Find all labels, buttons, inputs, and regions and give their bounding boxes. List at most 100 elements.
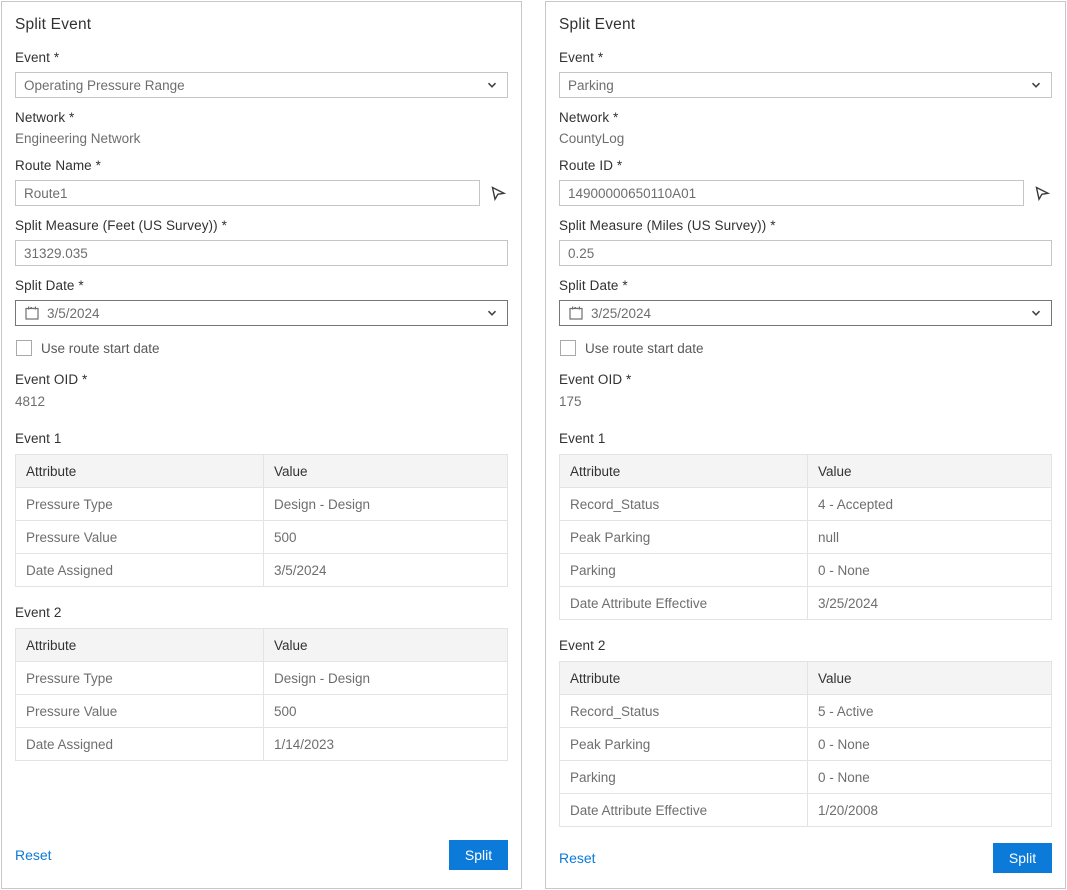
table-row: Date Assigned 1/14/2023 (16, 728, 508, 761)
event2-table: Attribute Value Pressure Type Design - D… (15, 628, 508, 761)
network-field: Network * Engineering Network (15, 110, 508, 146)
pick-route-button[interactable] (1031, 181, 1052, 205)
value-cell: Design - Design (263, 662, 507, 695)
split-event-panel-left: Split Event Event * Operating Pressure R… (1, 1, 522, 889)
route-input[interactable] (559, 180, 1024, 206)
measure-label: Split Measure (Feet (US Survey)) * (15, 218, 508, 233)
attribute-cell: Peak Parking (560, 521, 808, 554)
use-route-start-date-row: Use route start date (16, 340, 508, 356)
table-row: Record_Status 4 - Accepted (560, 488, 1052, 521)
map-pointer-icon (489, 184, 507, 202)
chevron-down-icon (1029, 306, 1043, 320)
attribute-cell: Date Attribute Effective (560, 587, 808, 620)
attribute-column-header: Attribute (560, 455, 808, 488)
network-label: Network * (15, 110, 508, 125)
value-cell: 0 - None (807, 761, 1051, 794)
attribute-cell: Pressure Type (16, 488, 264, 521)
value-cell: 1/14/2023 (263, 728, 507, 761)
chevron-down-icon (485, 78, 499, 92)
route-label: Route Name * (15, 158, 508, 173)
chevron-down-icon (485, 306, 499, 320)
value-cell: 500 (263, 695, 507, 728)
value-cell: 0 - None (807, 554, 1051, 587)
date-picker[interactable]: 3/25/2024 (559, 300, 1052, 326)
table-header-row: Attribute Value (560, 662, 1052, 695)
table-row: Date Attribute Effective 1/20/2008 (560, 794, 1052, 827)
attribute-cell: Record_Status (560, 488, 808, 521)
reset-button[interactable]: Reset (559, 850, 596, 866)
measure-label: Split Measure (Miles (US Survey)) * (559, 218, 1052, 233)
event-select-value: Parking (568, 78, 1022, 93)
event-field: Event * Operating Pressure Range (15, 50, 508, 98)
date-field: Split Date * 3/5/2024 (15, 278, 508, 326)
table-row: Pressure Value 500 (16, 521, 508, 554)
attribute-cell: Date Assigned (16, 554, 264, 587)
event2-table: Attribute Value Record_Status 5 - Active… (559, 661, 1052, 827)
table-row: Record_Status 5 - Active (560, 695, 1052, 728)
network-label: Network * (559, 110, 1052, 125)
table-row: Pressure Type Design - Design (16, 488, 508, 521)
pick-route-button[interactable] (487, 181, 508, 205)
event-label: Event * (559, 50, 1052, 65)
event-oid-field: Event OID * 4812 (15, 372, 508, 409)
attribute-cell: Date Attribute Effective (560, 794, 808, 827)
network-field: Network * CountyLog (559, 110, 1052, 146)
attribute-column-header: Attribute (16, 455, 264, 488)
measure-input[interactable] (559, 240, 1052, 266)
table-row: Parking 0 - None (560, 761, 1052, 794)
measure-input[interactable] (15, 240, 508, 266)
event-oid-value: 175 (559, 394, 1052, 409)
route-field: Route ID * (559, 158, 1052, 206)
date-label: Split Date * (559, 278, 1052, 293)
event1-table: Attribute Value Record_Status 4 - Accept… (559, 454, 1052, 620)
event-oid-label: Event OID * (559, 372, 1052, 387)
event1-section-title: Event 1 (559, 431, 1052, 446)
attribute-cell: Pressure Value (16, 521, 264, 554)
use-route-start-date-label: Use route start date (585, 341, 704, 356)
attribute-cell: Date Assigned (16, 728, 264, 761)
attribute-cell: Parking (560, 554, 808, 587)
split-button[interactable]: Split (449, 840, 508, 870)
date-value: 3/5/2024 (47, 306, 478, 321)
date-label: Split Date * (15, 278, 508, 293)
split-button[interactable]: Split (993, 843, 1052, 873)
use-route-start-date-checkbox[interactable] (560, 340, 576, 356)
date-picker[interactable]: 3/5/2024 (15, 300, 508, 326)
event-select[interactable]: Parking (559, 72, 1052, 98)
attribute-column-header: Attribute (16, 629, 264, 662)
split-event-panel-right: Split Event Event * Parking Network * Co… (545, 1, 1066, 889)
event-label: Event * (15, 50, 508, 65)
measure-field: Split Measure (Feet (US Survey)) * (15, 218, 508, 266)
event-select-value: Operating Pressure Range (24, 78, 478, 93)
use-route-start-date-label: Use route start date (41, 341, 160, 356)
event-oid-field: Event OID * 175 (559, 372, 1052, 409)
date-field: Split Date * 3/25/2024 (559, 278, 1052, 326)
network-value: Engineering Network (15, 131, 508, 146)
use-route-start-date-checkbox[interactable] (16, 340, 32, 356)
page-title: Split Event (559, 16, 1052, 34)
table-row: Date Assigned 3/5/2024 (16, 554, 508, 587)
value-cell: null (807, 521, 1051, 554)
page-title: Split Event (15, 16, 508, 34)
table-header-row: Attribute Value (560, 455, 1052, 488)
table-header-row: Attribute Value (16, 455, 508, 488)
value-cell: 4 - Accepted (807, 488, 1051, 521)
route-input[interactable] (15, 180, 480, 206)
value-column-header: Value (807, 455, 1051, 488)
route-field: Route Name * (15, 158, 508, 206)
table-header-row: Attribute Value (16, 629, 508, 662)
value-cell: 3/5/2024 (263, 554, 507, 587)
event-oid-value: 4812 (15, 394, 508, 409)
table-row: Peak Parking 0 - None (560, 728, 1052, 761)
event-field: Event * Parking (559, 50, 1052, 98)
value-cell: 3/25/2024 (807, 587, 1051, 620)
calendar-icon (24, 305, 40, 321)
event-select[interactable]: Operating Pressure Range (15, 72, 508, 98)
panel-footer: Reset Split (559, 843, 1052, 873)
value-cell: 1/20/2008 (807, 794, 1051, 827)
value-cell: 0 - None (807, 728, 1051, 761)
table-row: Peak Parking null (560, 521, 1052, 554)
value-column-header: Value (263, 629, 507, 662)
table-row: Parking 0 - None (560, 554, 1052, 587)
reset-button[interactable]: Reset (15, 847, 52, 863)
